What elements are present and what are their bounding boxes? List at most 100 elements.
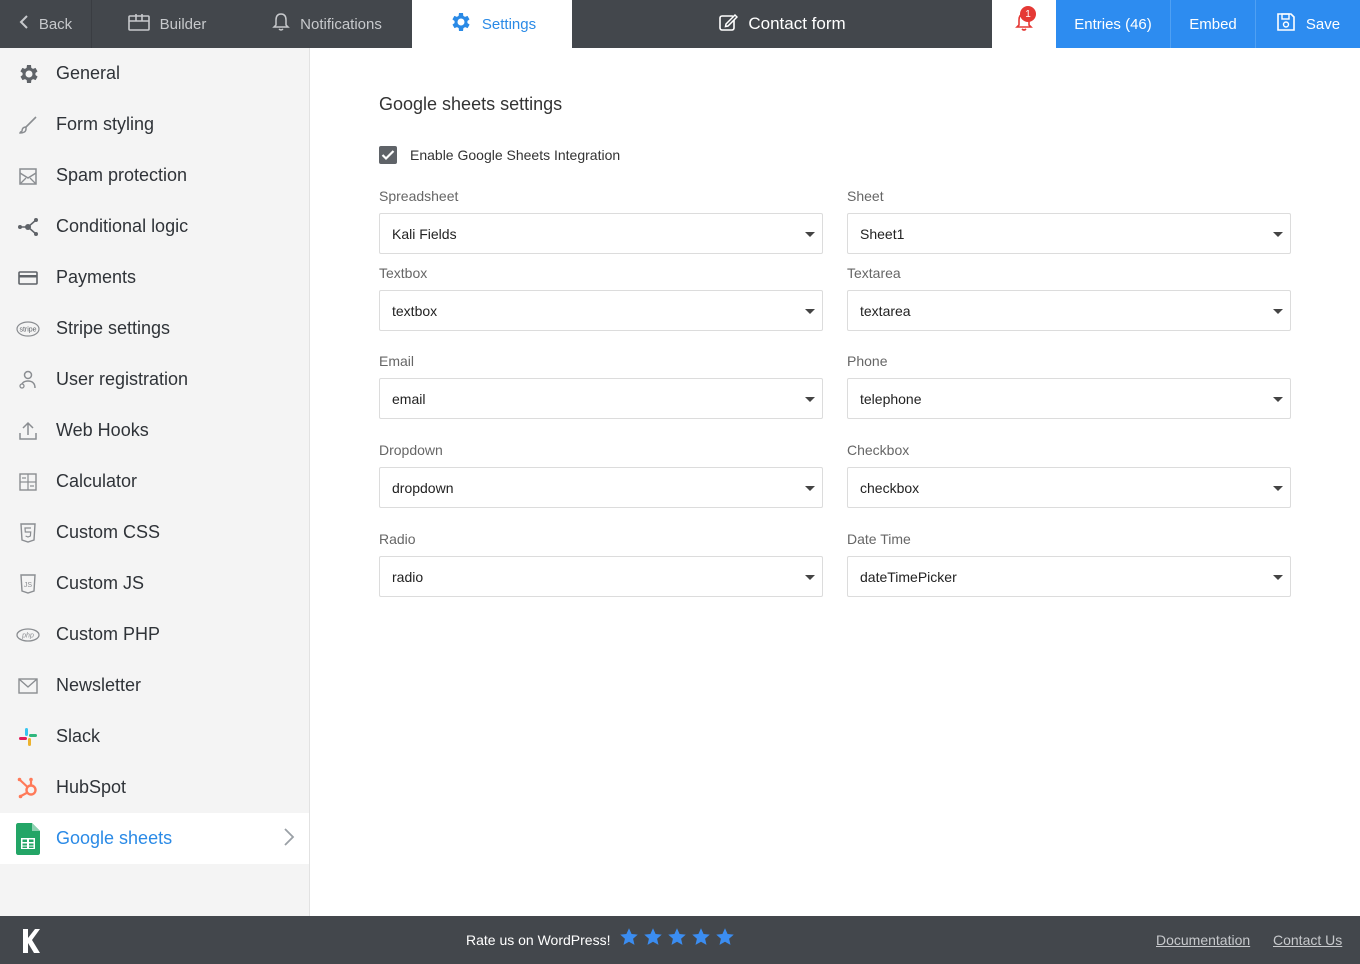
caret-down-icon (1273, 575, 1283, 580)
sidebar-item-label: Google sheets (56, 828, 173, 848)
sidebar-item-slack[interactable]: Slack (0, 711, 309, 762)
css-icon (16, 521, 40, 545)
sidebar-item-payments[interactable]: Payments (0, 252, 309, 303)
notifications-label: Notifications (300, 15, 382, 33)
enable-integration-row[interactable]: Enable Google Sheets Integration (379, 146, 620, 164)
phone-select[interactable]: telephone (847, 378, 1291, 419)
caret-down-icon (805, 486, 815, 491)
sidebar-item-label: Calculator (56, 471, 138, 491)
sidebar-item-custom-js[interactable]: JS Custom JS (0, 558, 309, 609)
tab-notifications[interactable]: Notifications (242, 0, 412, 48)
page-title: Google sheets settings (379, 94, 563, 114)
star-icon[interactable] (667, 927, 687, 952)
caret-down-icon (805, 575, 815, 580)
save-label: Save (1305, 15, 1341, 33)
svg-text:stripe: stripe (19, 326, 36, 333)
sidebar-item-google-sheets[interactable]: Google sheets (0, 813, 309, 864)
date-time-label: Date Time (847, 531, 911, 547)
save-button[interactable]: Save (1255, 0, 1360, 48)
checkbox-select[interactable]: checkbox (847, 467, 1291, 508)
sheet-select[interactable]: Sheet1 (847, 213, 1291, 254)
radio-label: Radio (379, 531, 416, 547)
sidebar-item-label: Custom JS (56, 573, 145, 593)
sidebar-item-label: Custom CSS (56, 522, 161, 542)
envelope-icon (16, 674, 40, 698)
rating-stars[interactable] (619, 927, 735, 952)
caret-down-icon (805, 397, 815, 402)
spreadsheet-value: Kali Fields (392, 225, 457, 242)
credit-card-icon (16, 266, 40, 290)
spreadsheet-select[interactable]: Kali Fields (379, 213, 823, 254)
contact-us-link[interactable]: Contact Us (1273, 932, 1342, 948)
caret-down-icon (1273, 486, 1283, 491)
back-button[interactable]: Back (0, 0, 92, 48)
google-sheets-icon (16, 822, 40, 855)
sheet-label: Sheet (847, 188, 884, 204)
email-select[interactable]: email (379, 378, 823, 419)
enable-integration-checkbox[interactable] (379, 146, 397, 164)
builder-icon (127, 13, 150, 35)
settings-label: Settings (481, 15, 537, 33)
star-icon[interactable] (715, 927, 735, 952)
tab-builder[interactable]: Builder (92, 0, 242, 48)
upload-icon (16, 419, 40, 443)
star-icon[interactable] (619, 927, 639, 952)
sidebar-item-newsletter[interactable]: Newsletter (0, 660, 309, 711)
phone-value: telephone (860, 390, 922, 407)
sidebar-item-label: User registration (56, 369, 189, 389)
sidebar-item-conditional-logic[interactable]: Conditional logic (0, 201, 309, 252)
entries-button[interactable]: Entries (46) (1056, 0, 1170, 48)
textarea-select[interactable]: textarea (847, 290, 1291, 331)
sidebar-item-label: Conditional logic (56, 216, 189, 236)
sidebar-item-general[interactable]: General (0, 48, 309, 99)
notification-badge: 1 (1020, 6, 1036, 22)
php-icon: php (16, 623, 40, 647)
svg-text:php: php (21, 632, 34, 639)
tab-settings[interactable]: Settings (412, 0, 572, 48)
chevron-right-icon (283, 826, 295, 853)
documentation-link[interactable]: Documentation (1156, 932, 1250, 948)
email-label: Email (379, 353, 415, 369)
form-title[interactable]: Contact form (572, 0, 992, 48)
kali-forms-logo-icon[interactable] (21, 928, 41, 959)
form-title-label: Contact form (748, 14, 846, 33)
embed-label: Embed (1189, 15, 1237, 33)
date-time-select[interactable]: dateTimePicker (847, 556, 1291, 597)
sidebar-item-hubspot[interactable]: HubSpot (0, 762, 309, 813)
star-icon[interactable] (691, 927, 711, 952)
textbox-select[interactable]: textbox (379, 290, 823, 331)
slack-icon (16, 725, 40, 749)
chevron-left-icon (19, 14, 29, 34)
rate-us-text: Rate us on WordPress! (466, 932, 611, 948)
sidebar-item-spam-protection[interactable]: Spam protection (0, 150, 309, 201)
caret-down-icon (1273, 309, 1283, 314)
sidebar-item-form-styling[interactable]: Form styling (0, 99, 309, 150)
hubspot-icon (16, 776, 40, 800)
embed-button[interactable]: Embed (1170, 0, 1255, 48)
sidebar-item-web-hooks[interactable]: Web Hooks (0, 405, 309, 456)
sidebar-item-custom-php[interactable]: php Custom PHP (0, 609, 309, 660)
textarea-label: Textarea (847, 265, 901, 281)
sidebar-item-label: Newsletter (56, 675, 142, 695)
dropdown-select[interactable]: dropdown (379, 467, 823, 508)
caret-down-icon (1273, 397, 1283, 402)
settings-sidebar: General Form styling Spam protection Con… (0, 48, 310, 916)
alerts-button[interactable]: 1 (992, 0, 1056, 48)
sidebar-item-label: Web Hooks (56, 420, 149, 440)
star-icon[interactable] (643, 927, 663, 952)
sidebar-item-stripe-settings[interactable]: stripe Stripe settings (0, 303, 309, 354)
sidebar-item-user-registration[interactable]: User registration (0, 354, 309, 405)
checkbox-value: checkbox (860, 479, 920, 496)
save-icon (1276, 12, 1296, 36)
svg-text:JS: JS (24, 582, 33, 589)
caret-down-icon (805, 232, 815, 237)
caret-down-icon (805, 309, 815, 314)
bell-icon (272, 12, 290, 36)
radio-value: radio (392, 568, 424, 585)
js-icon: JS (16, 572, 40, 596)
sidebar-item-calculator[interactable]: Calculator (0, 456, 309, 507)
radio-select[interactable]: radio (379, 556, 823, 597)
sidebar-item-custom-css[interactable]: Custom CSS (0, 507, 309, 558)
gear-icon (448, 10, 472, 38)
footer-bar: Rate us on WordPress! Documentation Cont… (0, 916, 1360, 964)
